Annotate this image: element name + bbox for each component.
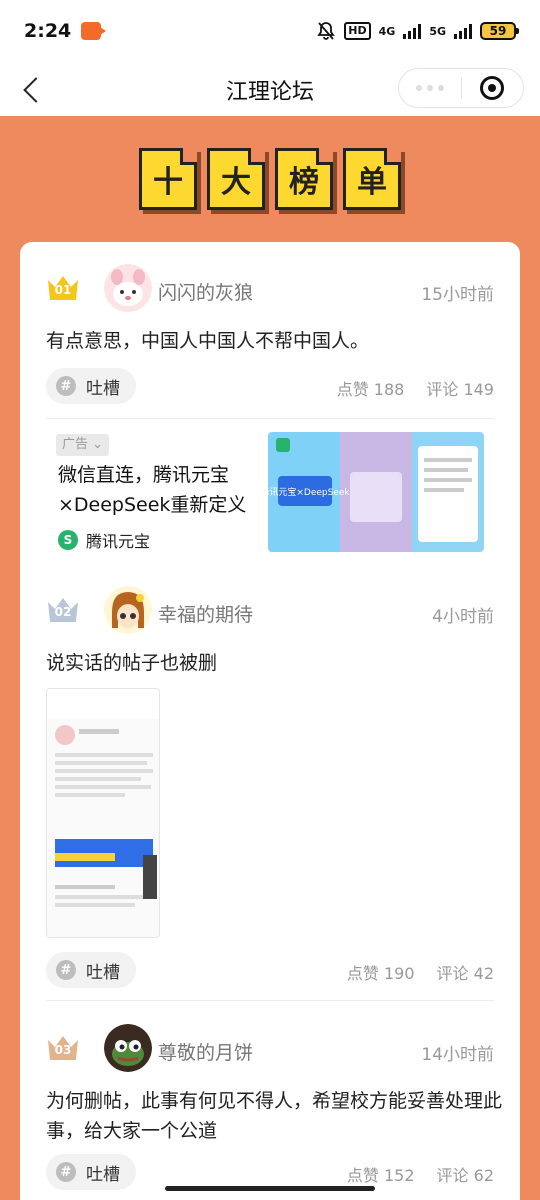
ad-brand: S 腾讯元宝: [58, 528, 150, 552]
target-icon: [480, 76, 505, 100]
topic-tag[interactable]: # 吐槽: [46, 368, 136, 404]
post-time: 14小时前: [421, 1045, 494, 1065]
post-stats: 点赞 190 评论 42: [347, 960, 494, 984]
like-count[interactable]: 点赞 188: [337, 376, 405, 400]
banner-tile: 大: [207, 148, 265, 210]
post-item[interactable]: 03 尊敬的月饼 14小时前 为何删帖，此事有何见不得人，希望校方能妥善处理此事…: [20, 1002, 520, 1200]
ad-title: 微信直连，腾讯元宝×DeepSeek重新定义: [58, 464, 247, 516]
navigation-bar: 江理论坛: [0, 62, 540, 116]
topic-tag[interactable]: # 吐槽: [46, 1154, 136, 1190]
svg-text:腾讯元宝×DeepSeek: 腾讯元宝×DeepSeek: [268, 486, 350, 498]
rank-badge: 02: [46, 596, 80, 624]
miniprogram-capsule: [398, 68, 524, 108]
network-4g-label: 4G: [378, 24, 396, 38]
banner-tile: 十: [139, 148, 197, 210]
banner-tile: 单: [343, 148, 401, 210]
rank-badge: 01: [46, 274, 80, 302]
username: 尊敬的月饼: [158, 1042, 254, 1064]
comment-count[interactable]: 评论 149: [426, 376, 494, 400]
username: 闪闪的灰狼: [158, 282, 254, 304]
home-indicator[interactable]: [165, 1186, 375, 1191]
yuanbao-logo-icon: S: [58, 530, 78, 550]
topic-tag[interactable]: # 吐槽: [46, 952, 136, 988]
battery-icon: 59: [480, 22, 519, 40]
banner-tile: 榜: [275, 148, 333, 210]
top-ten-banner: 十 大 榜 单: [0, 148, 540, 210]
signal-icon: [403, 23, 422, 39]
post-time: 15小时前: [421, 285, 494, 305]
bell-muted-icon: [317, 22, 335, 40]
hd-badge: HD: [344, 22, 371, 40]
ranking-card: 01 闪闪的灰狼 15小时前 有点意思，中国人中国人不帮中国人。 # 吐槽 点赞…: [20, 242, 520, 1200]
signal-icon-2: [454, 23, 472, 39]
close-miniprogram-button[interactable]: [461, 76, 523, 100]
avatar[interactable]: [104, 1024, 152, 1072]
post-stats: 点赞 152 评论 62: [347, 1162, 494, 1186]
post-text: 有点意思，中国人中国人不帮中国人。: [46, 330, 370, 352]
network-5g-label: 5G: [429, 24, 446, 38]
more-menu-button[interactable]: [399, 68, 461, 108]
divider: [46, 1000, 494, 1001]
post-stats: 点赞 188 评论 149: [337, 376, 494, 400]
status-bar: 2:24 HD 4G 5G 59: [0, 0, 540, 62]
rank-badge: 03: [46, 1034, 80, 1062]
status-time: 2:24: [24, 20, 72, 42]
hash-icon: #: [56, 376, 76, 396]
post-screenshot-image[interactable]: [46, 688, 160, 938]
hash-icon: #: [56, 1162, 76, 1182]
hash-icon: #: [56, 960, 76, 980]
divider: [46, 418, 494, 419]
avatar[interactable]: [104, 264, 152, 312]
post-item[interactable]: 02 幸福的期待 4小时前 说实话的帖子也被删 # 吐槽 点赞 190 评论 4…: [20, 564, 520, 1004]
ad-label[interactable]: 广告 ⌄: [56, 434, 110, 456]
post-time: 4小时前: [432, 607, 494, 627]
post-text: 为何删帖，此事有何见不得人，希望校方能妥善处理此事，给大家一个公道: [46, 1090, 503, 1142]
comment-count[interactable]: 评论 42: [437, 960, 494, 984]
ad-image: 腾讯元宝×DeepSeek: [268, 432, 484, 552]
screen-record-icon: [81, 22, 107, 40]
post-text: 说实话的帖子也被删: [46, 652, 218, 674]
comment-count[interactable]: 评论 62: [437, 1162, 494, 1186]
post-item[interactable]: 01 闪闪的灰狼 15小时前 有点意思，中国人中国人不帮中国人。 # 吐槽 点赞…: [20, 242, 520, 420]
like-count[interactable]: 点赞 152: [347, 1162, 415, 1186]
username: 幸福的期待: [158, 604, 254, 626]
avatar[interactable]: [104, 586, 152, 634]
like-count[interactable]: 点赞 190: [347, 960, 415, 984]
